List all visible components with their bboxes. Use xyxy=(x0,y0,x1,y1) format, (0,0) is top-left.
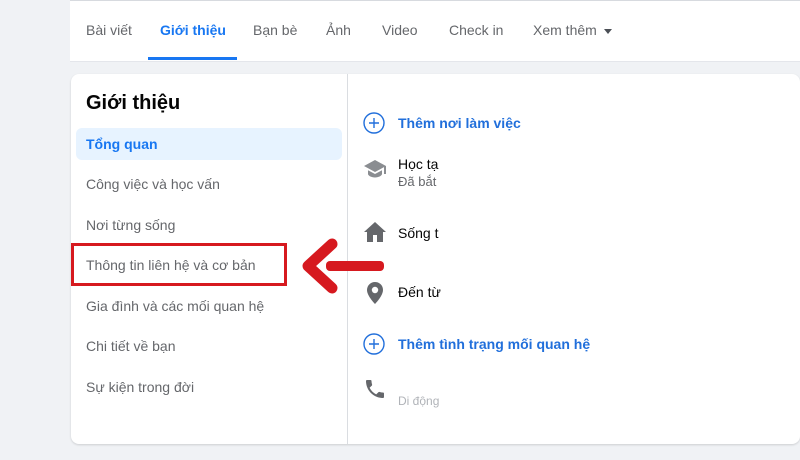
tab-about-underline xyxy=(148,57,237,60)
topbar-bottom-border xyxy=(70,61,800,62)
about-item-overview[interactable]: Tổng quan xyxy=(76,128,342,160)
tab-friends[interactable]: Bạn bè xyxy=(253,22,297,38)
tab-check-in[interactable]: Check in xyxy=(449,22,503,38)
tab-photos[interactable]: Ảnh xyxy=(326,22,351,38)
about-item-work-education[interactable]: Công việc và học vấn xyxy=(76,168,342,200)
graduation-cap-icon xyxy=(364,160,386,178)
about-item-life-events[interactable]: Sự kiện trong đời xyxy=(76,371,342,403)
tab-posts[interactable]: Bài viết xyxy=(86,22,132,38)
add-workplace-label: Thêm nơi làm việc xyxy=(398,115,521,131)
tab-videos[interactable]: Video xyxy=(382,22,418,38)
add-relationship-button[interactable]: Thêm tình trạng mối quan hệ xyxy=(363,332,590,356)
education-text: Học tạ xyxy=(398,156,439,172)
from-text: Đến từ xyxy=(398,284,441,300)
highlight-box xyxy=(71,243,287,286)
topbar-top-border xyxy=(70,0,800,1)
caret-down-icon xyxy=(603,28,612,34)
topbar-left-gap xyxy=(0,0,70,62)
tab-more[interactable]: Xem thêm xyxy=(533,22,612,38)
about-section-title: Giới thiệu xyxy=(86,92,181,114)
lives-in-text: Sống t xyxy=(398,225,439,241)
add-relationship-label: Thêm tình trạng mối quan hệ xyxy=(398,336,591,352)
phone-text: Di động xyxy=(398,394,440,408)
home-icon xyxy=(364,222,386,242)
plus-circle-icon xyxy=(363,333,385,355)
add-workplace-button[interactable]: Thêm nơi làm việc xyxy=(363,111,521,135)
tab-more-label: Xem thêm xyxy=(533,22,597,38)
location-pin-icon xyxy=(367,282,383,304)
tab-about[interactable]: Giới thiệu xyxy=(160,22,226,38)
phone-icon xyxy=(366,380,384,398)
education-subtext: Đã bắt xyxy=(398,174,437,189)
about-item-details-about-you[interactable]: Chi tiết về bạn xyxy=(76,330,342,362)
plus-circle-icon xyxy=(363,112,385,134)
